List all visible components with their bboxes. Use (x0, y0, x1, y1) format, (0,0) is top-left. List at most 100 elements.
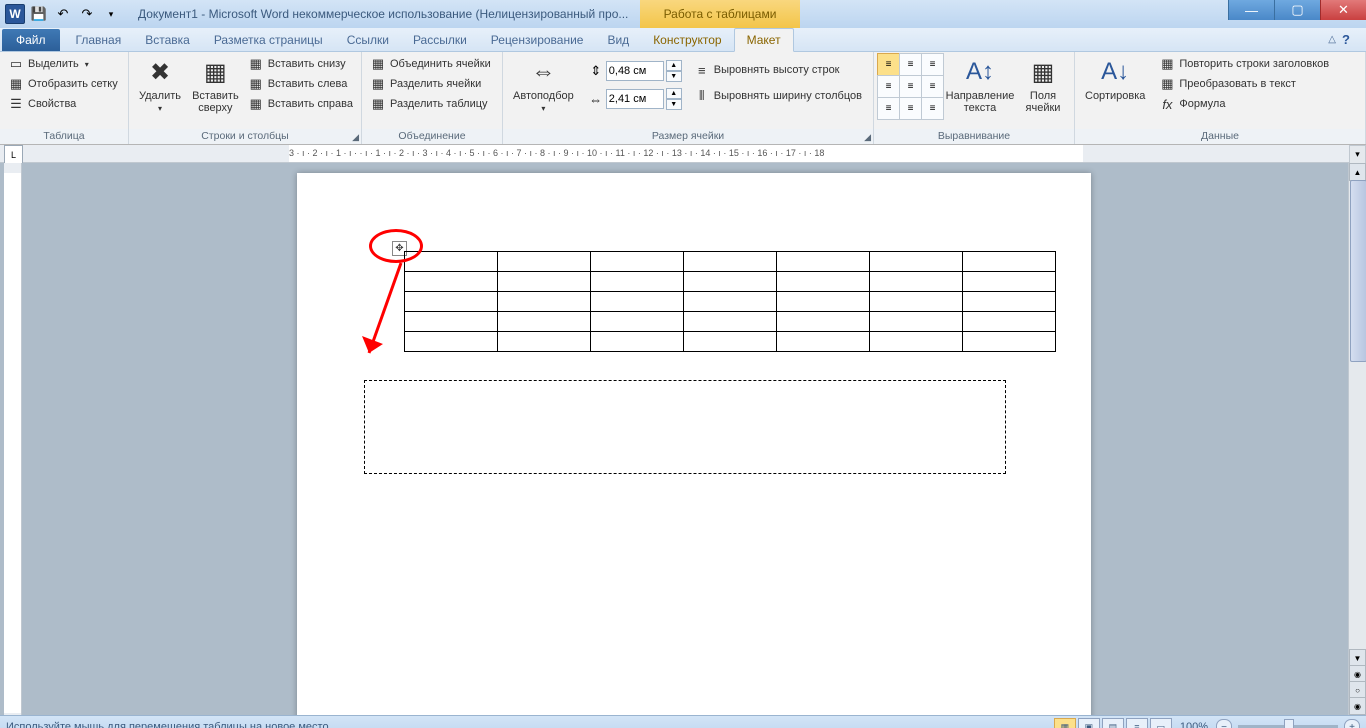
text-direction-label: Направление текста (946, 90, 1015, 114)
table-row[interactable] (405, 332, 1056, 352)
autofit-label: Автоподбор (513, 90, 574, 102)
cell-margins-button[interactable]: ▦ Поля ячейки (1016, 54, 1070, 116)
select-button[interactable]: ▭Выделить▾ (4, 54, 122, 74)
tab-design[interactable]: Конструктор (641, 29, 733, 51)
zoom-out-button[interactable]: − (1216, 719, 1232, 728)
tab-mailings[interactable]: Рассылки (401, 29, 479, 51)
formula-button[interactable]: fxФормула (1155, 94, 1333, 114)
align-bot-right[interactable]: ≡ (921, 97, 944, 120)
height-down[interactable]: ▼ (666, 71, 682, 82)
document-area[interactable]: ✥ (22, 163, 1366, 715)
tab-references[interactable]: Ссылки (335, 29, 401, 51)
distribute-cols-button[interactable]: ⦀Выровнять ширину столбцов (690, 86, 866, 106)
group-merge: ▦Объединить ячейки ▦Разделить ячейки ▦Ра… (362, 52, 503, 144)
status-bar: Используйте мышь для перемещения таблицы… (0, 715, 1366, 728)
tab-layout[interactable]: Макет (734, 28, 794, 52)
height-up[interactable]: ▲ (666, 60, 682, 71)
rows-cols-dialog-launcher[interactable]: ◢ (352, 132, 359, 143)
help-icon[interactable]: ? (1342, 32, 1358, 48)
table-row[interactable] (405, 292, 1056, 312)
table-row[interactable] (405, 252, 1056, 272)
cell-margins-label: Поля ячейки (1026, 90, 1061, 114)
row-height-input[interactable]: ⇕ ▲▼ (588, 60, 682, 82)
align-mid-right[interactable]: ≡ (921, 75, 944, 98)
align-mid-center[interactable]: ≡ (899, 75, 922, 98)
align-top-right[interactable]: ≡ (921, 53, 944, 76)
save-button[interactable]: 💾 (28, 3, 50, 25)
redo-button[interactable]: ↷ (76, 3, 98, 25)
tab-page-layout[interactable]: Разметка страницы (202, 29, 335, 51)
insert-above-button[interactable]: ▦ Вставить сверху (187, 54, 244, 116)
text-direction-button[interactable]: A↕ Направление текста (950, 54, 1010, 116)
vertical-scrollbar[interactable]: ▲ ▼ ◉ ○ ◉ (1348, 163, 1366, 715)
repeat-header-button[interactable]: ▦Повторить строки заголовков (1155, 54, 1333, 74)
view-print-layout[interactable]: ▦ (1054, 718, 1076, 728)
width-down[interactable]: ▼ (666, 99, 682, 110)
delete-button[interactable]: ✖ Удалить▾ (133, 54, 187, 115)
ribbon-collapse-icon[interactable]: △ (1328, 34, 1336, 45)
group-rows-cols-label: Строки и столбцы◢ (129, 129, 361, 144)
group-merge-label: Объединение (362, 129, 502, 144)
split-cells-button[interactable]: ▦Разделить ячейки (366, 74, 495, 94)
insert-below-button[interactable]: ▦Вставить снизу (244, 54, 357, 74)
tab-review[interactable]: Рецензирование (479, 29, 596, 51)
tab-home[interactable]: Главная (64, 29, 134, 51)
tab-file[interactable]: Файл (2, 29, 60, 51)
window-title: Документ1 - Microsoft Word некоммерческо… (138, 7, 628, 21)
table-row[interactable] (405, 312, 1056, 332)
next-page-button[interactable]: ◉ (1349, 697, 1366, 715)
qat-customize-button[interactable]: ▾ (100, 3, 122, 25)
document-table[interactable] (404, 251, 1056, 352)
zoom-in-button[interactable]: + (1344, 719, 1360, 728)
view-draft[interactable]: ▭ (1150, 718, 1172, 728)
align-bot-left[interactable]: ≡ (877, 97, 900, 120)
close-button[interactable]: ✕ (1320, 0, 1366, 20)
tab-selector[interactable]: L (4, 145, 23, 164)
distribute-rows-button[interactable]: ≡Выровнять высоту строк (690, 60, 866, 80)
col-width-input[interactable]: ⇔ ▲▼ (588, 88, 682, 110)
horizontal-ruler[interactable]: 3 · ı · 2 · ı · 1 · ı · · ı · 1 · ı · 2 … (24, 145, 1366, 163)
align-mid-left[interactable]: ≡ (877, 75, 900, 98)
cell-size-dialog-launcher[interactable]: ◢ (864, 132, 871, 143)
convert-to-text-button[interactable]: ▦Преобразовать в текст (1155, 74, 1333, 94)
align-bot-center[interactable]: ≡ (899, 97, 922, 120)
split-cells-label: Разделить ячейки (390, 78, 481, 90)
formula-label: Формула (1179, 98, 1225, 110)
insert-below-label: Вставить снизу (268, 58, 346, 70)
view-outline[interactable]: ≡ (1126, 718, 1148, 728)
properties-button[interactable]: ☰Свойства (4, 94, 122, 114)
zoom-thumb[interactable] (1284, 719, 1294, 728)
width-up[interactable]: ▲ (666, 88, 682, 99)
view-full-screen[interactable]: ▣ (1078, 718, 1100, 728)
autofit-button[interactable]: ⇔ Автоподбор▾ (507, 54, 580, 115)
group-alignment: ≡ ≡ ≡ ≡ ≡ ≡ ≡ ≡ ≡ A↕ Направление текста … (874, 52, 1075, 144)
maximize-button[interactable]: ▢ (1274, 0, 1320, 20)
group-table: ▭Выделить▾ ▦Отобразить сетку ☰Свойства Т… (0, 52, 129, 144)
view-web-layout[interactable]: ▤ (1102, 718, 1124, 728)
properties-label: Свойства (28, 98, 76, 110)
group-table-label: Таблица (0, 129, 128, 144)
insert-right-button[interactable]: ▦Вставить справа (244, 94, 357, 114)
delete-label: Удалить (139, 90, 181, 102)
page[interactable]: ✥ (297, 173, 1091, 715)
merge-cells-button[interactable]: ▦Объединить ячейки (366, 54, 495, 74)
align-top-left[interactable]: ≡ (877, 53, 900, 76)
insert-left-button[interactable]: ▦Вставить слева (244, 74, 357, 94)
scroll-up-button[interactable]: ▲ (1349, 163, 1366, 181)
tab-insert[interactable]: Вставка (133, 29, 202, 51)
vertical-ruler[interactable] (4, 163, 22, 715)
app-icon[interactable]: W (4, 3, 26, 25)
zoom-level[interactable]: 100% (1180, 721, 1208, 728)
ruler-toggle[interactable]: ▾ (1349, 145, 1366, 164)
row-height-field[interactable] (606, 61, 664, 81)
split-table-button[interactable]: ▦Разделить таблицу (366, 94, 495, 114)
minimize-button[interactable]: — (1228, 0, 1274, 20)
tab-view[interactable]: Вид (595, 29, 641, 51)
undo-button[interactable]: ↶ (52, 3, 74, 25)
sort-button[interactable]: A↓ Сортировка (1079, 54, 1151, 104)
table-row[interactable] (405, 272, 1056, 292)
col-width-field[interactable] (606, 89, 664, 109)
align-top-center[interactable]: ≡ (899, 53, 922, 76)
view-gridlines-button[interactable]: ▦Отобразить сетку (4, 74, 122, 94)
scroll-thumb[interactable] (1350, 180, 1366, 362)
